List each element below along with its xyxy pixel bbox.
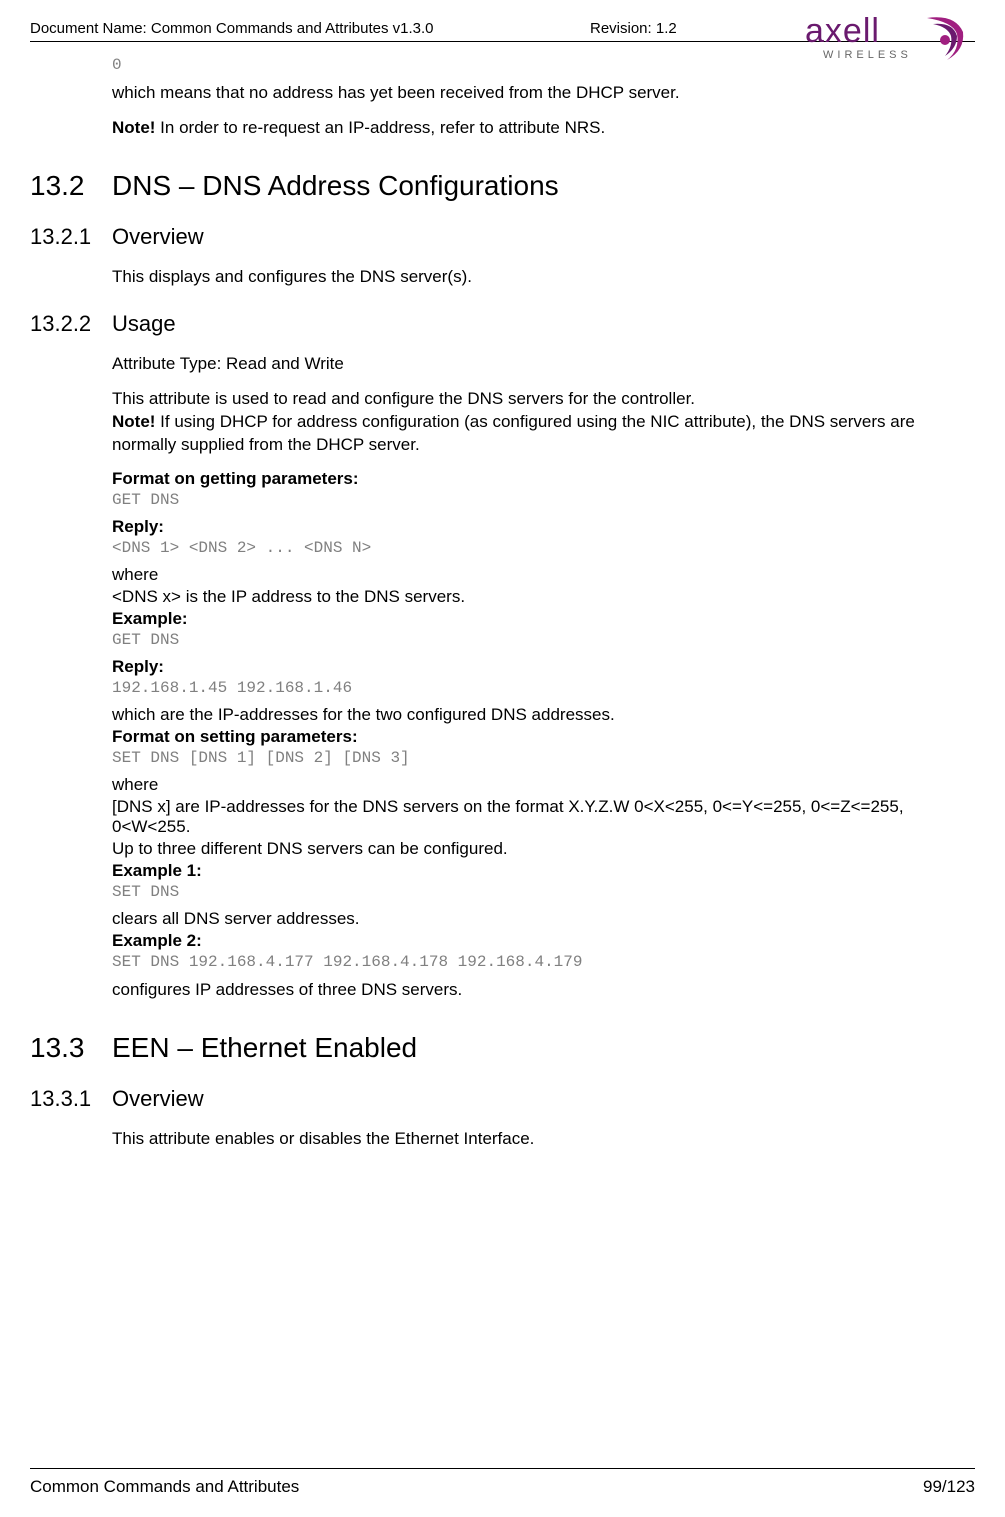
axell-logo-icon: axell WIRELESS [805,12,985,68]
intro-para: which means that no address has yet been… [112,82,915,105]
heading-title: DNS – DNS Address Configurations [112,170,559,202]
where-desc-2b: Up to three different DNS servers can be… [112,839,915,859]
reply-code-2: 192.168.1.45 192.168.1.46 [112,679,915,697]
reply-label-2: Reply: [112,657,915,677]
where-desc: <DNS x> is the IP address to the DNS ser… [112,587,915,607]
note-label: Note! [112,118,155,137]
get-dns-code: GET DNS [112,491,915,509]
een-overview-body: This attribute enables or disables the E… [112,1128,915,1151]
format-get-label: Format on getting parameters: [112,469,915,489]
heading-13-2: 13.2 DNS – DNS Address Configurations [30,170,915,202]
set-code: SET DNS [DNS 1] [DNS 2] [DNS 3] [112,749,915,767]
revision: Revision: 1.2 [590,20,677,37]
heading-title: Overview [112,1086,204,1112]
reply-code: <DNS 1> <DNS 2> ... <DNS N> [112,539,915,557]
note-text: In order to re-request an IP-address, re… [155,118,605,137]
format-set-label: Format on setting parameters: [112,727,915,747]
note-label: Note! [112,412,155,431]
note-text: If using DHCP for address configuration … [112,412,915,454]
heading-title: Usage [112,311,176,337]
heading-num: 13.2.1 [30,224,112,250]
example-code: GET DNS [112,631,915,649]
usage-desc: This attribute is used to read and confi… [112,388,915,457]
where-label-2: where [112,775,915,795]
heading-num: 13.3.1 [30,1086,112,1112]
heading-13-2-2: 13.2.2 Usage [30,311,915,337]
example1-code: SET DNS [112,883,915,901]
heading-title: EEN – Ethernet Enabled [112,1032,417,1064]
example1-desc: clears all DNS server addresses. [112,909,915,929]
logo: axell WIRELESS [805,12,985,73]
overview-body: This displays and configures the DNS ser… [112,266,915,289]
where-label: where [112,565,915,585]
intro-note: Note! In order to re-request an IP-addre… [112,117,915,140]
page-number: 99/123 [923,1477,975,1497]
example-label: Example: [112,609,915,629]
desc-text: This attribute is used to read and confi… [112,389,695,408]
page-footer: Common Commands and Attributes 99/123 [30,1468,975,1497]
heading-num: 13.2.2 [30,311,112,337]
reply-desc-2: which are the IP-addresses for the two c… [112,705,915,725]
content-body: 0 which means that no address has yet be… [112,56,915,1150]
heading-13-3: 13.3 EEN – Ethernet Enabled [30,1032,915,1064]
heading-num: 13.3 [30,1032,112,1064]
code-zero: 0 [112,56,915,74]
attr-type: Attribute Type: Read and Write [112,353,915,376]
page-header: Document Name: Common Commands and Attri… [30,20,975,42]
footer-title: Common Commands and Attributes [30,1477,299,1497]
svg-text:WIRELESS: WIRELESS [823,49,912,61]
reply-label: Reply: [112,517,915,537]
svg-text:axell: axell [805,12,880,50]
heading-13-3-1: 13.3.1 Overview [30,1086,915,1112]
example2-desc: configures IP addresses of three DNS ser… [112,979,915,1002]
heading-num: 13.2 [30,170,112,202]
doc-name: Document Name: Common Commands and Attri… [30,20,434,37]
example2-code: SET DNS 192.168.4.177 192.168.4.178 192.… [112,953,915,971]
example1-label: Example 1: [112,861,915,881]
heading-13-2-1: 13.2.1 Overview [30,224,915,250]
example2-label: Example 2: [112,931,915,951]
heading-title: Overview [112,224,204,250]
where-desc-2a: [DNS x] are IP-addresses for the DNS ser… [112,797,915,837]
